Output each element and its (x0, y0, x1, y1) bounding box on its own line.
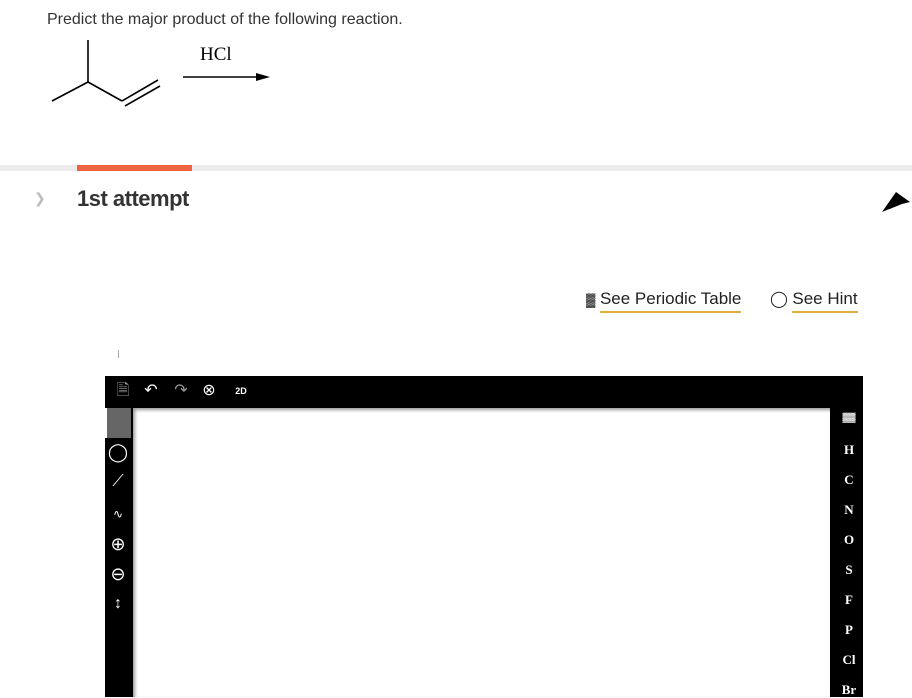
periodic-table-icon: ▓ (586, 292, 596, 307)
reagent-label: HCl (200, 44, 232, 65)
drawing-canvas[interactable] (133, 408, 830, 697)
reaction-arrow-icon[interactable]: ↕ (106, 594, 130, 614)
select-tool-icon[interactable] (105, 408, 131, 438)
hint-label[interactable]: See Hint (792, 289, 858, 313)
clean-2d-label: 2D (235, 386, 247, 396)
negative-charge-icon[interactable]: ⊖ (106, 564, 130, 584)
element-F[interactable]: F (835, 592, 863, 608)
divider (118, 350, 119, 358)
periodic-table-link[interactable]: ▓ See Periodic Table (586, 289, 742, 313)
reactant-structure (51, 40, 161, 107)
periodic-table-label[interactable]: See Periodic Table (599, 289, 742, 313)
attempt-tab-indicator (77, 165, 192, 171)
chevron-down-icon[interactable]: ❯ (34, 190, 46, 207)
zoom-clear-icon[interactable]: ⊗ (197, 381, 221, 401)
reaction-arrow (183, 73, 270, 81)
undo-icon[interactable]: ↶ (139, 381, 163, 401)
element-S[interactable]: S (835, 562, 863, 578)
element-C[interactable]: C (835, 472, 863, 488)
element-H[interactable]: H (835, 442, 863, 458)
element-Cl[interactable]: Cl (835, 652, 863, 668)
editor-top-toolbar: 🗎 ↶ ↷ ⊗ 2D (105, 376, 863, 406)
element-N[interactable]: N (835, 502, 863, 518)
reaction-scheme (51, 40, 270, 107)
question-text: Predict the major product of the followi… (47, 11, 403, 28)
hint-link[interactable]: ◯ See Hint (770, 289, 858, 313)
new-document-icon[interactable]: 🗎 (111, 381, 135, 401)
structure-editor: 🗎 ↶ ↷ ⊗ 2D ◯ ⟋ ∿ ⊕ ⊖ ↕ ▓▓ H C N O S F P … (105, 376, 863, 697)
lightbulb-icon: ◯ (770, 291, 788, 308)
element-P[interactable]: P (835, 622, 863, 638)
periodic-table-icon[interactable]: ▓▓ (835, 412, 863, 422)
redo-icon[interactable]: ↷ (169, 381, 193, 401)
positive-charge-icon[interactable]: ⊕ (106, 534, 130, 554)
clean-2d-icon[interactable]: 2D (229, 381, 253, 401)
single-bond-icon[interactable]: ⟋ (106, 472, 130, 492)
eraser-icon[interactable]: ◯ (106, 442, 130, 462)
mouse-cursor-icon (882, 192, 910, 212)
element-Br[interactable]: Br (835, 682, 863, 698)
attempt-title: 1st attempt (77, 186, 189, 211)
chain-icon[interactable]: ∿ (106, 504, 130, 524)
element-O[interactable]: O (835, 532, 863, 548)
